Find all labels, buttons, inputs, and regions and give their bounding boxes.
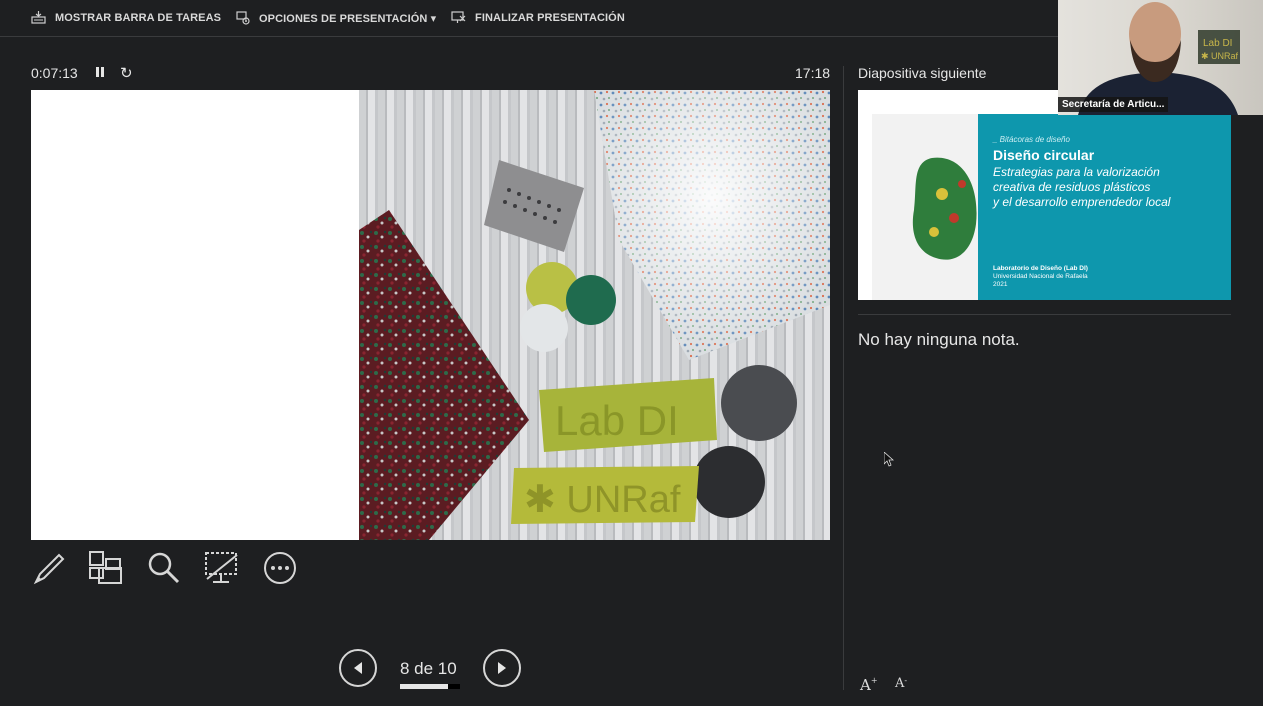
subtitle-line-2: creativa de residuos plásticos <box>993 180 1151 194</box>
video-backdrop-line1: Lab DI <box>1203 38 1232 49</box>
decrease-font-button[interactable]: A- <box>895 676 907 691</box>
increase-font-button[interactable]: A+ <box>860 676 878 694</box>
slide-photo: Lab DI ✱ UNRaf <box>359 90 830 540</box>
org-line-3: 2021 <box>993 281 1008 288</box>
notes-separator <box>858 314 1231 315</box>
recycled-plastic-photo: Lab DI ✱ UNRaf <box>359 90 830 540</box>
previous-icon <box>354 662 362 674</box>
current-time: 17:18 <box>795 65 831 81</box>
slide-counter: 8 de 10 <box>400 659 457 678</box>
presentation-options-label: OPCIONES DE PRESENTACIÓN ▾ <box>259 12 437 25</box>
next-slide-label: Diapositiva siguiente <box>858 65 987 81</box>
pen-icon[interactable] <box>31 549 69 587</box>
mouse-cursor <box>884 452 894 467</box>
photo-sign-top: Lab DI <box>555 397 679 444</box>
next-slide-photo <box>872 114 978 300</box>
end-presentation-label: FINALIZAR PRESENTACIÓN <box>475 11 625 24</box>
participant-video: Lab DI ✱ UNRaf Secretaría de Articu... <box>1058 0 1263 115</box>
next-slide-preview[interactable]: _ Bitácoras de diseño Diseño circular Es… <box>858 90 1231 300</box>
taskbar-icon <box>31 11 46 24</box>
elapsed-timer: 0:07:13 <box>31 65 78 81</box>
slide-progress-bar <box>400 684 460 689</box>
show-taskbar-label: MOSTRAR BARRA DE TAREAS <box>55 11 222 24</box>
org-line-2: Universidad Nacional de Rafaela <box>993 273 1088 280</box>
previous-slide-button[interactable] <box>339 649 377 687</box>
options-icon <box>236 11 250 25</box>
all-slides-icon[interactable] <box>87 549 125 587</box>
subtitle-line-3: y el desarrollo emprendedor local <box>993 195 1171 209</box>
zoom-icon[interactable] <box>145 549 183 587</box>
restart-icon[interactable]: ↻ <box>120 64 133 82</box>
subtitle-line-1: Estrategias para la valorización <box>993 165 1160 179</box>
current-slide: Lab DI ✱ UNRaf <box>31 90 830 540</box>
next-slide-button[interactable] <box>483 649 521 687</box>
slide-progress-fill <box>400 684 448 689</box>
participant-name: Secretaría de Articu... <box>1058 97 1169 112</box>
more-options-icon[interactable] <box>261 549 299 587</box>
speaker-notes: No hay ninguna nota. <box>858 330 1020 349</box>
photo-sign-bottom: ✱ UNRaf <box>524 479 681 521</box>
increase-caret: + <box>870 676 878 685</box>
show-taskbar-button[interactable]: MOSTRAR BARRA DE TAREAS <box>31 11 221 24</box>
next-slide-kicker: _ Bitácoras de diseño <box>993 135 1070 144</box>
increase-font-label: A <box>860 676 871 694</box>
end-presentation-button[interactable]: FINALIZAR PRESENTACIÓN <box>451 11 625 24</box>
presenter-toolbar: MOSTRAR BARRA DE TAREAS OPCIONES DE PRES… <box>0 0 1058 37</box>
next-slide-subtitle: Estrategias para la valorización creativ… <box>993 165 1170 210</box>
panel-divider <box>843 66 844 690</box>
end-presentation-icon <box>451 11 466 23</box>
next-icon <box>498 662 506 674</box>
decrease-caret: - <box>904 676 908 685</box>
decrease-font-label: A <box>895 676 905 691</box>
presentation-options-button[interactable]: OPCIONES DE PRESENTACIÓN ▾ <box>236 11 436 25</box>
video-backdrop-line2: ✱ UNRaf <box>1201 51 1239 61</box>
next-slide-title: Diseño circular <box>993 147 1095 163</box>
org-line-1: Laboratorio de Diseño (Lab DI) <box>993 265 1088 272</box>
pause-icon[interactable] <box>95 66 105 78</box>
next-slide-org: Laboratorio de Diseño (Lab DI) Universid… <box>993 265 1088 289</box>
black-screen-icon[interactable] <box>203 549 241 587</box>
next-slide-title-block: _ Bitácoras de diseño Diseño circular Es… <box>978 114 1231 300</box>
